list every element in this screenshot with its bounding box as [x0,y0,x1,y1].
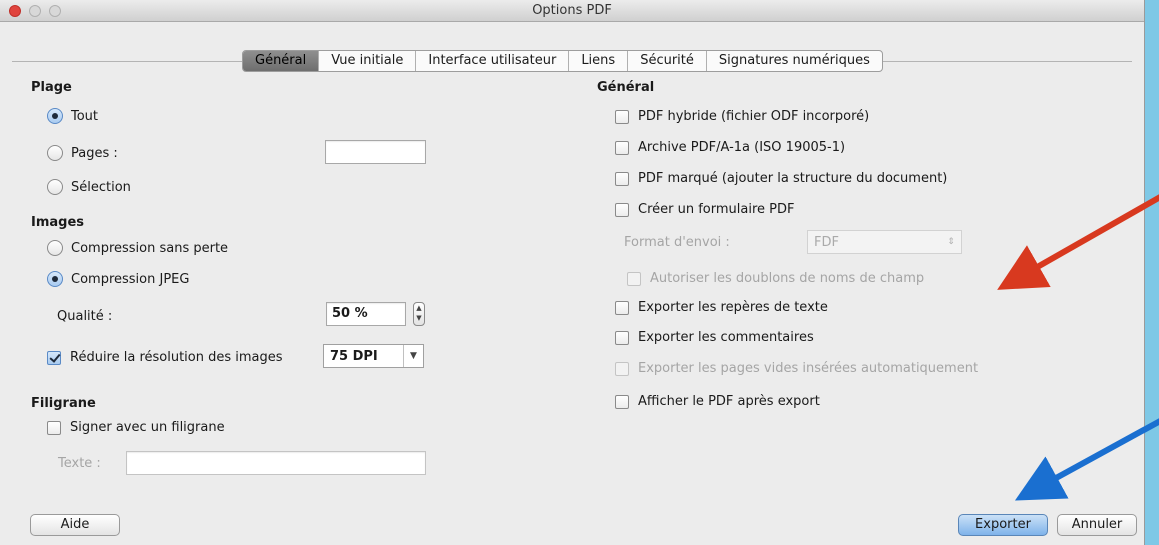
chevron-down-icon: ▼ [403,345,423,367]
tab-initial-view[interactable]: Vue initiale [319,51,417,71]
tab-security[interactable]: Sécurité [628,51,707,71]
close-window-button[interactable] [9,5,21,17]
radio-icon[interactable] [47,271,63,287]
pages-input[interactable] [325,140,426,164]
radio-icon[interactable] [47,179,63,195]
tagged-pdf-option[interactable]: PDF marqué (ajouter la structure du docu… [615,171,947,186]
chevron-updown-icon: ⇕ [947,237,955,247]
lossless-label: Compression sans perte [71,240,229,256]
tab-general[interactable]: Général [243,51,320,71]
tab-links[interactable]: Liens [569,51,629,71]
quality-stepper[interactable]: ▲ ▼ [413,302,425,326]
watermark-text-input[interactable] [126,451,426,475]
tab-bar: Général Vue initiale Interface utilisate… [242,50,883,72]
help-button[interactable]: Aide [30,514,120,536]
radio-icon[interactable] [47,240,63,256]
zoom-window-button[interactable] [49,5,61,17]
dpi-value: 75 DPI [330,348,378,364]
checkbox-icon[interactable] [615,300,629,315]
create-form-option[interactable]: Créer un formulaire PDF [615,202,794,217]
radio-icon[interactable] [47,108,63,124]
checkbox-icon[interactable] [47,350,61,365]
submit-format-label-text: Format d'envoi : [624,235,730,250]
export-bookmarks-option[interactable]: Exporter les repères de texte [615,300,828,315]
submit-format-value: FDF [814,234,839,250]
range-heading: Plage [31,80,72,95]
jpeg-compression-option[interactable]: Compression JPEG [47,271,189,287]
jpeg-label: Compression JPEG [71,271,190,287]
images-heading: Images [31,215,85,230]
create-form-label: Créer un formulaire PDF [638,202,795,217]
radio-icon[interactable] [47,145,63,161]
checkbox-icon[interactable] [615,171,629,186]
watermark-heading: Filigrane [31,396,96,411]
range-pages-option[interactable]: Pages : [47,145,118,161]
minimize-window-button[interactable] [29,5,41,17]
show-after-export-option[interactable]: Afficher le PDF après export [615,394,820,409]
checkbox-icon[interactable] [615,361,629,376]
quality-input[interactable]: 50 % [326,302,406,326]
show-after-export-label: Afficher le PDF après export [638,394,820,409]
export-comments-option[interactable]: Exporter les commentaires [615,330,814,345]
export-bookmarks-label: Exporter les repères de texte [638,300,828,315]
submit-format-select[interactable]: FDF ⇕ [807,230,962,254]
quality-label: Qualité : [57,309,112,324]
range-selection-label: Sélection [71,179,131,195]
checkbox-icon[interactable] [627,271,641,286]
allow-duplicates-option[interactable]: Autoriser les doublons de noms de champ [627,271,924,286]
title-bar: Options PDF [0,0,1144,22]
export-blank-pages-option[interactable]: Exporter les pages vides insérées automa… [615,361,978,376]
checkbox-icon[interactable] [615,109,629,124]
tab-digital-signatures[interactable]: Signatures numériques [707,51,882,71]
tab-user-interface[interactable]: Interface utilisateur [416,51,570,71]
lossless-compression-option[interactable]: Compression sans perte [47,240,228,256]
export-button[interactable]: Exporter [958,514,1048,536]
hybrid-pdf-label: PDF hybride (fichier ODF incorporé) [638,109,870,124]
range-selection-option[interactable]: Sélection [47,179,131,195]
reduce-resolution-label: Réduire la résolution des images [70,350,283,365]
watermark-text-label-text: Texte : [58,456,101,471]
pdf-options-dialog: Options PDF Général Vue initiale Interfa… [0,0,1145,545]
checkbox-icon[interactable] [615,140,629,155]
sign-watermark-label: Signer avec un filigrane [70,420,225,435]
submit-format-label: Format d'envoi : [624,235,730,250]
watermark-text-label: Texte : [58,456,101,471]
range-all-label: Tout [71,108,99,124]
pdfa-archive-label: Archive PDF/A-1a (ISO 19005-1) [638,140,846,155]
dpi-select[interactable]: 75 DPI ▼ [323,344,424,368]
export-blank-pages-label: Exporter les pages vides insérées automa… [638,361,979,376]
sign-watermark-option[interactable]: Signer avec un filigrane [47,420,225,435]
pdfa-archive-option[interactable]: Archive PDF/A-1a (ISO 19005-1) [615,140,845,155]
checkbox-icon[interactable] [47,420,61,435]
allow-duplicates-label: Autoriser les doublons de noms de champ [650,271,925,286]
quality-label-text: Qualité : [57,309,113,324]
checkbox-icon[interactable] [615,202,629,217]
range-pages-label: Pages : [71,145,118,161]
tagged-pdf-label: PDF marqué (ajouter la structure du docu… [638,171,948,186]
export-comments-label: Exporter les commentaires [638,330,814,345]
general-heading: Général [597,80,655,95]
window-title: Options PDF [532,3,612,18]
cancel-button[interactable]: Annuler [1057,514,1137,536]
hybrid-pdf-option[interactable]: PDF hybride (fichier ODF incorporé) [615,109,869,124]
checkbox-icon[interactable] [615,394,629,409]
range-all-option[interactable]: Tout [47,108,98,124]
checkbox-icon[interactable] [615,330,629,345]
reduce-resolution-option[interactable]: Réduire la résolution des images [47,350,283,365]
